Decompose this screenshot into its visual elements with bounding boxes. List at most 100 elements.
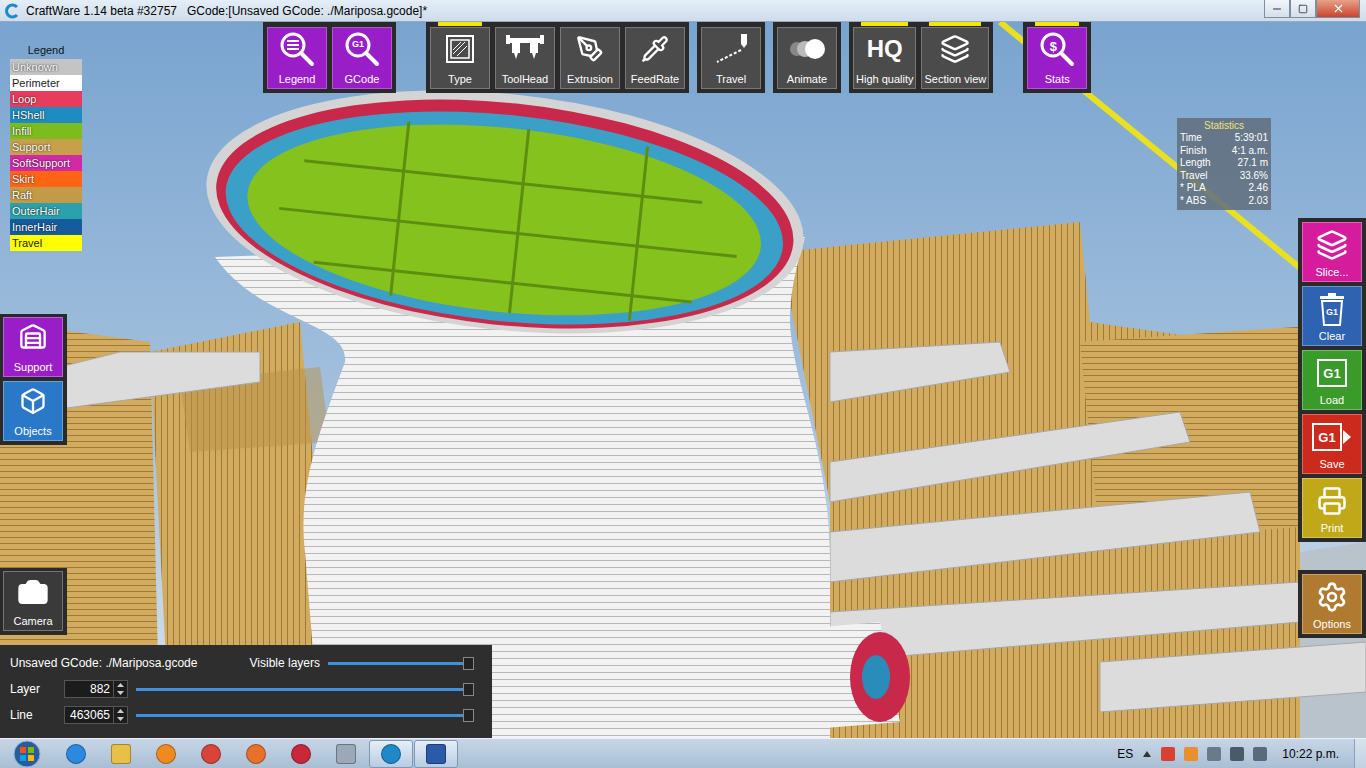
legend-panel: LegendUnknownPerimeterLoopHShellInfillSu… (10, 44, 82, 251)
slice-icon (1316, 229, 1348, 261)
taskbar-app[interactable] (234, 740, 278, 768)
legend-item: Perimeter (10, 75, 82, 91)
active-indicator (1035, 22, 1079, 26)
toolbar-button[interactable]: FeedRate (625, 27, 685, 89)
taskbar-app[interactable] (324, 740, 368, 768)
side-button[interactable]: Objects (3, 381, 63, 441)
spin-input[interactable] (65, 681, 113, 697)
start-button[interactable] (0, 739, 54, 768)
spin-box[interactable] (64, 680, 128, 698)
maximize-icon (1298, 4, 1308, 14)
options-button[interactable]: Options (1302, 574, 1362, 634)
toolbar-group: Animate (773, 22, 841, 93)
active-indicator (785, 22, 829, 26)
language-indicator[interactable]: ES (1117, 747, 1133, 761)
action-toolbar: Slice...G1ClearG1LoadG1SavePrint (1298, 218, 1366, 542)
toolbar-button[interactable]: Travel (701, 27, 761, 89)
gcode-file-icon: G1 (1317, 359, 1347, 387)
flag-icon[interactable] (1161, 747, 1175, 761)
stat-row: Time5:39:01 (1180, 132, 1268, 145)
slider-thumb[interactable] (463, 683, 474, 696)
minimize-button[interactable] (1264, 0, 1290, 18)
system-tray: ES 10:22 p.m. (1117, 739, 1366, 768)
travel-line (1000, 22, 1366, 322)
hq-glyph: HQ (867, 31, 903, 67)
action-button[interactable]: Slice... (1302, 222, 1362, 282)
toolbar-button[interactable]: G1GCode (332, 27, 392, 89)
action-button[interactable]: Print (1302, 478, 1362, 538)
active-indicator (861, 22, 908, 26)
spin-box[interactable] (64, 706, 128, 724)
title-bar: CraftWare 1.14 beta #32757 GCode:[Unsave… (0, 0, 1366, 22)
toolbar-button[interactable]: $Stats (1027, 27, 1087, 89)
support-icon (19, 323, 47, 351)
craftware-logo-icon (4, 3, 20, 19)
stat-row: Finish4:1 a.m. (1180, 145, 1268, 158)
action-button[interactable]: G1Save (1302, 414, 1362, 474)
layer-panel: Unsaved GCode: ./Mariposa.gcodeVisible l… (0, 645, 492, 738)
volume-icon[interactable] (1253, 747, 1267, 761)
taskbar-app[interactable] (54, 740, 98, 768)
taskbar-app[interactable] (99, 740, 143, 768)
show-hidden-icon[interactable] (1142, 750, 1152, 758)
down-arrow-icon[interactable] (114, 689, 127, 697)
craftware-icon (381, 744, 401, 764)
layer-row: Line (10, 705, 474, 725)
taskbar-app[interactable] (144, 740, 188, 768)
legend-item: Unknown (10, 59, 82, 75)
active-indicator (633, 22, 677, 26)
craftware-window: CraftWare 1.14 beta #32757 GCode:[Unsave… (0, 0, 1366, 768)
visible-layers-slider[interactable] (328, 662, 468, 665)
battery-icon[interactable] (1207, 747, 1221, 761)
close-icon (1332, 2, 1345, 15)
action-button[interactable]: G1Load (1302, 350, 1362, 410)
side-button[interactable]: Support (3, 317, 63, 377)
toolbar-button[interactable]: Type (430, 27, 490, 89)
maximize-button[interactable] (1290, 0, 1316, 18)
gear-icon (1316, 581, 1348, 613)
toolbar-group: TypeToolHeadExtrusionFeedRate (426, 22, 689, 93)
active-indicator (503, 22, 547, 26)
up-arrow-icon[interactable] (114, 681, 127, 689)
taskbar-app[interactable] (369, 740, 413, 768)
update-icon[interactable] (1184, 747, 1198, 761)
extruder-icon (576, 35, 604, 63)
legend-item: Loop (10, 91, 82, 107)
toolbar-button[interactable]: HQHigh quality (853, 27, 916, 89)
network-icon[interactable] (1230, 747, 1244, 761)
toolbar-button[interactable]: Section view (921, 27, 989, 89)
slider-fill (328, 662, 468, 665)
camera-button[interactable]: Camera (3, 571, 63, 631)
gcode-3d-view[interactable] (0, 22, 1366, 738)
layer-slider[interactable] (136, 688, 468, 691)
visible-layers-label: Visible layers (250, 656, 320, 670)
toolbar-button[interactable]: Legend (267, 27, 327, 89)
minimize-icon (1271, 3, 1283, 15)
toolbar-button[interactable]: Animate (777, 27, 837, 89)
show-desktop-button[interactable] (1354, 739, 1366, 768)
slider-thumb[interactable] (463, 657, 474, 670)
active-indicator (929, 22, 981, 26)
clock[interactable]: 10:22 p.m. (1276, 747, 1345, 761)
ie-icon (66, 744, 86, 764)
folder-icon (111, 744, 131, 764)
legend-item: SoftSupport (10, 155, 82, 171)
taskbar-app[interactable] (414, 740, 458, 768)
feedrate-icon (641, 35, 669, 63)
slider-thumb[interactable] (463, 709, 474, 722)
printer-icon (1317, 486, 1347, 516)
down-arrow-icon[interactable] (114, 715, 127, 723)
layer-slider[interactable] (136, 714, 468, 717)
toolbar-button[interactable]: ToolHead (495, 27, 555, 89)
word-icon (426, 744, 446, 764)
up-arrow-icon[interactable] (114, 707, 127, 715)
close-button[interactable] (1316, 0, 1360, 18)
section-cut (194, 63, 815, 360)
taskbar-app[interactable] (189, 740, 233, 768)
magnifier-icon (279, 31, 315, 67)
taskbar-app[interactable] (279, 740, 323, 768)
section-icon (940, 34, 970, 64)
spin-input[interactable] (65, 707, 113, 723)
toolbar-button[interactable]: Extrusion (560, 27, 620, 89)
action-button[interactable]: G1Clear (1302, 286, 1362, 346)
